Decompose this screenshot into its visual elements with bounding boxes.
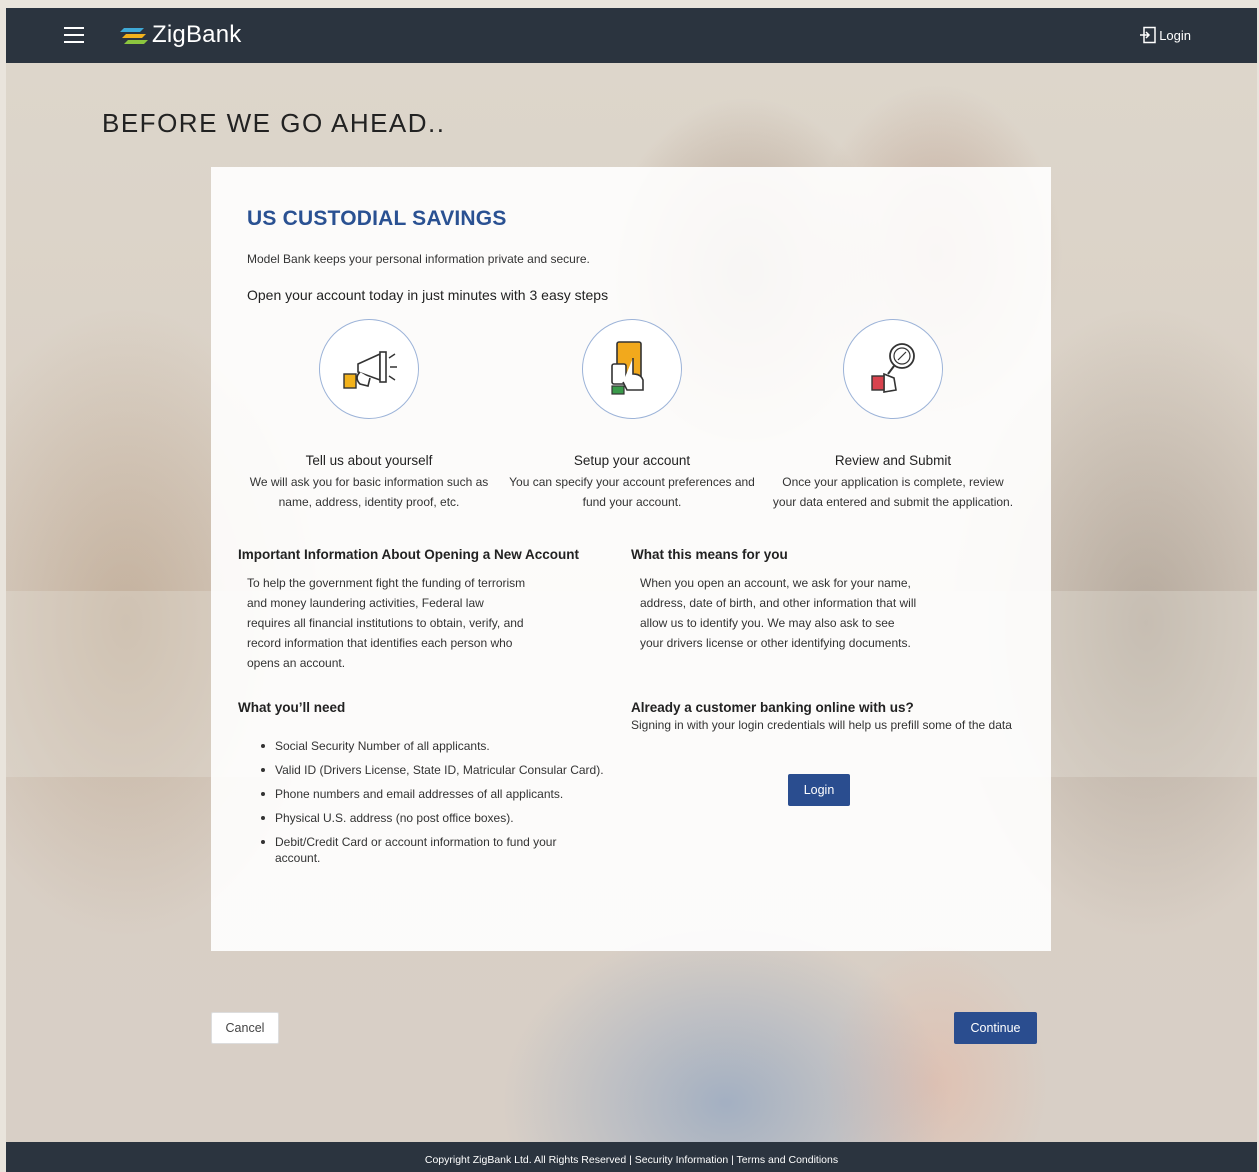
requirements-list: Social Security Number of all applicants… (260, 738, 660, 874)
step-tell-us: Tell us about yourself We will ask you f… (244, 319, 494, 512)
list-item: Valid ID (Drivers License, State ID, Mat… (260, 762, 660, 778)
tablet-hand-icon (611, 341, 644, 395)
copyright-text: Copyright ZigBank Ltd. All Rights Reserv… (424, 1154, 627, 1166)
top-navbar: ZigBank Login (6, 8, 1257, 63)
info-card: US CUSTODIAL SAVINGS Model Bank keeps yo… (211, 167, 1051, 951)
brand-logo[interactable]: ZigBank (118, 20, 241, 50)
step-icon-circle (319, 319, 419, 419)
step-label: Review and Submit (834, 453, 952, 468)
hamburger-menu-icon[interactable] (64, 27, 84, 43)
cancel-button[interactable]: Cancel (211, 1012, 279, 1044)
step-description: We will ask you for basic information su… (249, 475, 489, 509)
header-login-link[interactable]: Login (1139, 26, 1191, 44)
important-info-heading: Important Information About Opening a Ne… (238, 547, 579, 562)
magnifier-hand-icon (871, 343, 915, 393)
step-setup: Setup your account You can specify your … (507, 319, 757, 512)
step-icon-circle (582, 319, 682, 419)
security-information-link[interactable]: Security Information (635, 1154, 728, 1166)
steps-heading: Open your account today in just minutes … (247, 287, 609, 303)
existing-customer-text: Signing in with your login credentials w… (631, 718, 1012, 732)
list-item: Social Security Number of all applicants… (260, 738, 590, 754)
step-label: Tell us about yourself (305, 453, 433, 468)
step-review: Review and Submit Once your application … (768, 319, 1018, 512)
app-frame: ZigBank Login BEFORE WE GO AHEAD.. US CU… (6, 8, 1257, 1172)
step-description: You can specify your account preferences… (509, 475, 755, 509)
step-label: Setup your account (573, 453, 691, 468)
existing-customer-heading: Already a customer banking online with u… (631, 700, 914, 715)
page-title: BEFORE WE GO AHEAD.. (102, 108, 446, 138)
login-button[interactable]: Login (788, 774, 850, 806)
footer-separator: | (728, 1154, 737, 1166)
header-login-label: Login (1159, 27, 1191, 43)
what-this-means-text: When you open an account, we ask for you… (640, 576, 917, 650)
step-description: Once your application is complete, revie… (772, 475, 1014, 509)
megaphone-icon (343, 351, 397, 389)
product-title: US CUSTODIAL SAVINGS (247, 207, 507, 230)
continue-button[interactable]: Continue (954, 1012, 1037, 1044)
login-icon (1140, 26, 1156, 44)
important-info-text: To help the government fight the funding… (247, 576, 526, 670)
what-youll-need-heading: What you’ll need (238, 700, 346, 715)
list-item: Debit/Credit Card or account information… (260, 834, 600, 866)
list-item: Phone numbers and email addresses of all… (260, 786, 590, 802)
step-icon-circle (843, 319, 943, 419)
list-item: Physical U.S. address (no post office bo… (260, 810, 590, 826)
what-this-means-heading: What this means for you (631, 547, 788, 562)
zigbank-logo-icon (120, 28, 148, 44)
footer-separator: | (626, 1154, 635, 1166)
brand-name: ZigBank (152, 21, 242, 48)
privacy-note: Model Bank keeps your personal informati… (247, 252, 590, 266)
footer: Copyright ZigBank Ltd. All Rights Reserv… (6, 1142, 1257, 1172)
terms-and-conditions-link[interactable]: Terms and Conditions (737, 1154, 839, 1166)
